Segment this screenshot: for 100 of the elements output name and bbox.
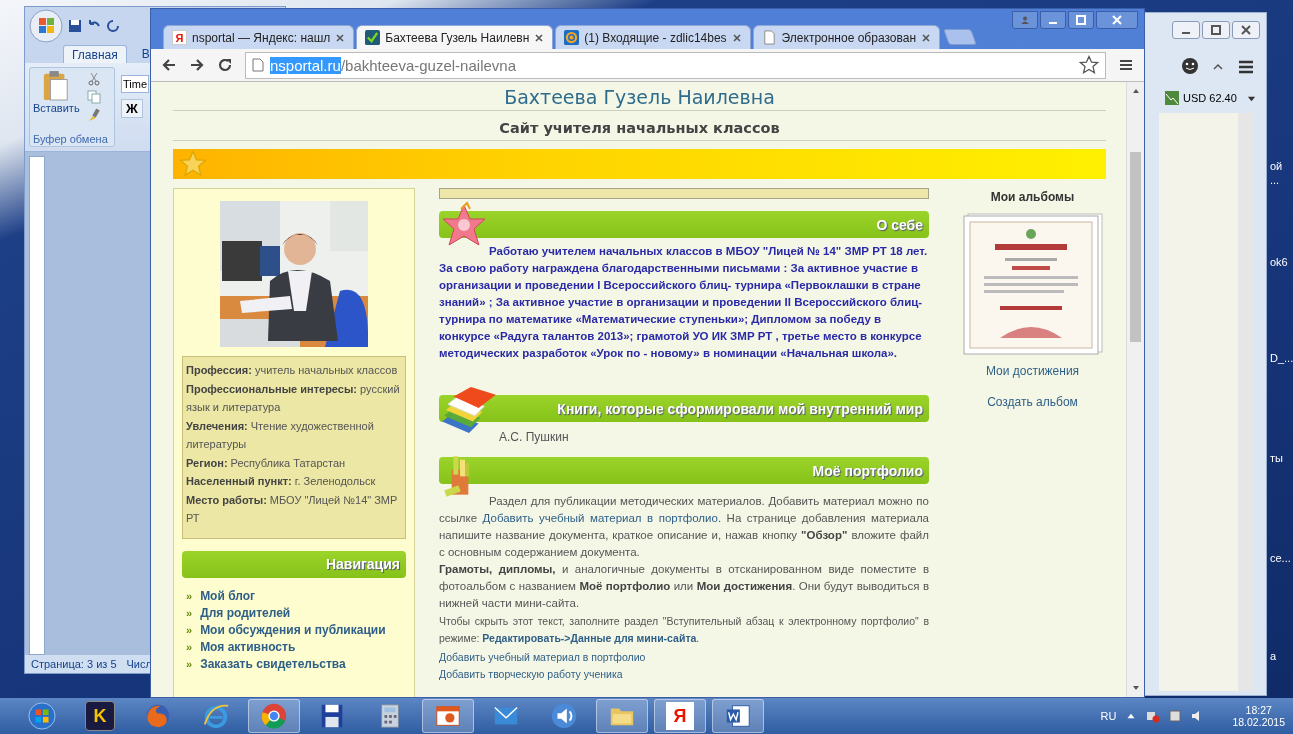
maximize-button[interactable]: [1202, 21, 1230, 39]
close-icon[interactable]: [731, 32, 742, 43]
save-icon[interactable]: [68, 19, 82, 33]
portfolio-link[interactable]: Добавить творческую работу ученика: [439, 667, 929, 681]
nav-link[interactable]: Мои обсуждения и публикации: [200, 623, 386, 637]
desktop-icon-label: се...: [1270, 552, 1292, 566]
app-icon: K: [85, 701, 115, 731]
language-indicator[interactable]: RU: [1100, 710, 1117, 722]
bullet: »: [186, 641, 193, 653]
reload-icon[interactable]: [217, 57, 233, 73]
paste-button[interactable]: Вставить: [30, 68, 83, 126]
about-text: Работаю учителем начальных классов в МБОУ "Лицей № 14" ЗМР РТ 18 лет. За свою работу награждена благодарственными письмами : За активное участие в организации и проведении I Всероссийского блиц- турнира «Первоклашки в стране знаний» ; За активное участие в организации и проведении II Всероссийского блиц-турнира по математике «Математические ступеньки»; Дипломом за победу в конкурсе «Радуга талантов 2013»; грамотой УО ИК ЗМР РТ , третье место в конкурсе методических разработок «Урок по - новому» в номинации «Начальная школа».: [439, 244, 929, 361]
address-bar[interactable]: nsportal.ru/bakhteeva-guzel-nailevna: [245, 51, 1106, 79]
clock[interactable]: 18:27 18.02.2015: [1232, 704, 1285, 728]
browser-tab[interactable]: (1) Входящие - zdlic14bes: [555, 25, 751, 49]
profile-field: Профессия: учитель начальных классов: [186, 361, 402, 380]
close-button[interactable]: [1232, 21, 1260, 39]
star-icon: [179, 150, 207, 178]
check-icon: [365, 30, 381, 45]
brush-icon[interactable]: [86, 108, 101, 122]
profile-field: Место работы: МБОУ "Лицей №14" ЗМР РТ: [186, 490, 402, 528]
page-subtitle: Сайт учителя начальных классов: [498, 120, 781, 136]
maximize-icon: [1211, 25, 1221, 35]
nav-link[interactable]: Моя активность: [200, 640, 296, 654]
minimize-button[interactable]: [1172, 21, 1200, 39]
chrome-icon: [260, 702, 288, 730]
scrollbar[interactable]: [1126, 82, 1144, 697]
create-album-link[interactable]: Создать альбом: [987, 395, 1078, 409]
portfolio-link[interactable]: Добавить учебный материал в портфолио: [439, 650, 929, 664]
browser-tab[interactable]: Электронное образован: [752, 25, 941, 49]
network-error-icon[interactable]: [1146, 709, 1161, 723]
group-label: Буфер обмена: [32, 132, 109, 146]
section-title: О себе: [876, 216, 923, 233]
menu-icon[interactable]: [1118, 57, 1134, 73]
flag-icon[interactable]: [1168, 709, 1183, 723]
section-title: Моё портфолио: [812, 462, 923, 479]
desktop-icon-label: ой: [1270, 160, 1284, 174]
status-text: Страница: 3 из 5: [31, 658, 117, 670]
ribbon-tab[interactable]: Главная: [63, 45, 127, 63]
close-icon: [1241, 25, 1251, 35]
page-icon: [761, 30, 777, 45]
person-icon: [1020, 15, 1030, 25]
redo-icon[interactable]: [106, 19, 120, 33]
profile-field: Населенный пункт: г. Зеленодольск: [186, 472, 402, 491]
bold-button[interactable]: Ж: [121, 99, 143, 118]
close-icon[interactable]: [534, 32, 545, 43]
scroll-thumb[interactable]: [1130, 152, 1141, 342]
taskbar-button[interactable]: Я: [654, 699, 706, 733]
browser-tab[interactable]: Я nsportal — Яндекс: нашл: [163, 25, 355, 49]
smiley-icon[interactable]: [1180, 57, 1200, 77]
taskbar-button[interactable]: [712, 699, 764, 733]
app-icon: Я: [666, 702, 694, 730]
ribbon-tab[interactable]: В: [140, 45, 151, 63]
desktop-icon-label: ok6: [1270, 256, 1289, 270]
url-selection: nsportal.ru: [270, 56, 341, 74]
close-icon[interactable]: [921, 32, 932, 43]
book-entry: А.С. Пушкин: [499, 430, 570, 444]
forward-icon[interactable]: [189, 57, 205, 73]
browser-tab[interactable]: Бахтеева Гузель Наилевн: [356, 25, 554, 49]
nav-link[interactable]: Мой блог: [200, 589, 256, 603]
url-path: /bakhteeva-guzel-nailevna: [340, 56, 516, 74]
currency-rate: USD 62.40: [1183, 92, 1237, 104]
bullet: »: [186, 624, 193, 636]
bookmark-star-icon[interactable]: [1079, 55, 1099, 75]
desktop-icon-label: ...: [1270, 174, 1281, 188]
bullet: »: [186, 607, 193, 619]
nav-link[interactable]: Для родителей: [200, 606, 291, 620]
portfolio-link[interactable]: Добавить учебный материал в портфолио: [482, 512, 718, 524]
nav-link[interactable]: Заказать свидетельства: [200, 657, 346, 671]
close-icon[interactable]: [335, 32, 346, 43]
taskbar-button[interactable]: K: [74, 699, 126, 733]
minimize-icon: [1049, 22, 1057, 24]
portfolio-note: Грамоты, дипломы, и аналогичные документы в отсканированном виде поместите в фотоальбом с названием Моё портфолио или Мои достижения. Они будут выводиться в нижней части мини-сайта.: [439, 562, 929, 611]
start-orb-icon: [28, 702, 56, 730]
desktop-icon-label: ты: [1270, 452, 1284, 466]
section-title: Книги, которые сформировали мой внутренний мир: [557, 400, 923, 417]
bullet: »: [186, 590, 193, 602]
desktop-icon-label: D_...: [1270, 352, 1293, 366]
taskbar-button[interactable]: [422, 699, 474, 733]
minimize-button[interactable]: [1040, 11, 1066, 29]
scissors-icon[interactable]: [86, 72, 101, 86]
album-link[interactable]: Мои достижения: [985, 364, 1080, 378]
profile-field: Профессиональные интересы: русский язык и литература: [186, 379, 402, 417]
section-title: Навигация: [325, 556, 400, 572]
minimize-icon: [1182, 32, 1190, 34]
office-button-icon[interactable]: [29, 9, 63, 43]
back-icon[interactable]: [161, 57, 177, 73]
document-w-icon: [724, 702, 752, 730]
close-button[interactable]: [1096, 11, 1138, 29]
bullet: »: [186, 658, 193, 670]
clock-date: 18.02.2015: [1232, 716, 1285, 728]
globe-fox-icon: [144, 702, 172, 730]
font-field[interactable]: Time: [121, 75, 150, 93]
clock-time: 18:27: [1245, 704, 1272, 716]
chart-icon: [1165, 91, 1179, 105]
profile-field: Увлечения: Чтение художественной литературы: [186, 416, 402, 454]
maximize-button[interactable]: [1068, 11, 1094, 29]
close-icon: [1112, 15, 1122, 25]
page-title: Бахтеева Гузель Наилевна: [503, 86, 776, 108]
desktop-icon-label: а: [1270, 650, 1278, 664]
